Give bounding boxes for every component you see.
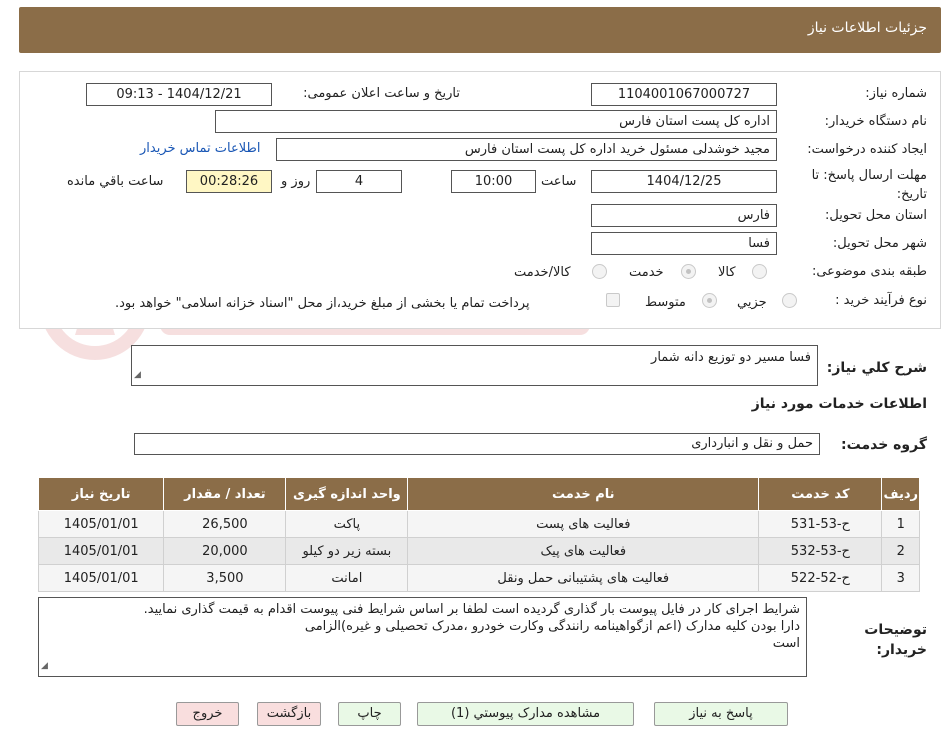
services-table: ردیف کد خدمت نام خدمت واحد اندازه گیری ت… (37, 477, 920, 592)
buyer-notes-textarea: شرایط اجرای کار در فایل پیوست بار گذاری … (38, 597, 807, 677)
table-row: 2 ح-53-532 فعالیت های پیک بسته زیر دو کی… (37, 537, 920, 565)
buyer-notes-line: دارا بودن کلیه مدارک (اعم ازگواهینامه را… (304, 619, 800, 634)
treasury-payment-checkbox[interactable] (606, 293, 620, 307)
buyer-org-label: نام دستگاه خریدار: (824, 114, 927, 129)
back-button[interactable]: بازگشت (257, 702, 321, 726)
cell-need-date: 1405/01/01 (37, 510, 165, 538)
days-field: 4 (316, 170, 402, 193)
cell-row-number: 1 (881, 510, 920, 538)
cell-quantity: 26,500 (163, 510, 287, 538)
category-option-goods: کالا (718, 265, 736, 280)
city-label: شهر محل تحویل: (832, 236, 927, 251)
resize-grip-icon[interactable]: ◢ (41, 658, 48, 675)
cell-quantity: 3,500 (163, 564, 287, 592)
category-radio-goods[interactable] (752, 264, 767, 279)
announce-label: تاریخ و ساعت اعلان عمومی: (303, 86, 460, 101)
days-label: روز و (281, 174, 311, 189)
need-number-field: 1104001067000727 (591, 83, 777, 106)
cell-service-code: ح-53-532 (758, 537, 883, 565)
service-group-field: حمل و نقل و انبارداری (134, 433, 820, 455)
process-radio-minor[interactable] (782, 293, 797, 308)
process-label: نوع فرآیند خرید : (835, 293, 927, 308)
cell-unit: بسته زیر دو کیلو (285, 537, 409, 565)
buyer-notes-label: توضیحات خریدار: (864, 622, 927, 658)
cell-unit: پاکت (285, 510, 409, 538)
cell-unit: امانت (285, 564, 409, 592)
deadline-label: مهلت ارسال پاسخ: تا تاریخ: (811, 168, 927, 202)
remaining-time-label: ساعت باقي مانده (67, 174, 164, 189)
process-option-minor: جزيي (737, 295, 767, 310)
col-row-number: ردیف (881, 477, 920, 511)
description-label: شرح کلي نياز: (826, 360, 927, 376)
col-unit: واحد اندازه گیری (285, 477, 409, 511)
view-attachments-button[interactable]: مشاهده مدارک پیوستي (1) (417, 702, 634, 726)
col-service-name: نام خدمت (407, 477, 760, 511)
table-header-row: ردیف کد خدمت نام خدمت واحد اندازه گیری ت… (37, 477, 920, 511)
description-textarea: فسا مسیر دو توزیع دانه شمار ◢ (131, 345, 818, 386)
services-section-title: اطلاعات خدمات مورد نياز (751, 396, 927, 412)
process-radio-medium[interactable] (702, 293, 717, 308)
city-field: فسا (591, 232, 777, 255)
cell-row-number: 3 (881, 564, 920, 592)
category-radio-service[interactable] (681, 264, 696, 279)
cell-service-code: ح-52-522 (758, 564, 883, 592)
buyer-notes-line: است (772, 636, 800, 651)
page-title: جزئیات اطلاعات نیاز (807, 20, 927, 36)
cell-row-number: 2 (881, 537, 920, 565)
category-option-goods-service: کالا/خدمت (514, 265, 571, 280)
process-option-medium: متوسط (645, 295, 686, 310)
buyer-notes-line: شرایط اجرای کار در فایل پیوست بار گذاری … (143, 602, 800, 617)
payment-note: پرداخت تمام یا بخشی از مبلغ خرید،از محل … (115, 296, 530, 311)
cell-service-name: فعالیت های پیک (407, 537, 760, 565)
announce-datetime-field: 1404/12/21 - 09:13 (86, 83, 272, 106)
cell-quantity: 20,000 (163, 537, 287, 565)
table-row: 1 ح-53-531 فعالیت های پست پاکت 26,500 14… (37, 510, 920, 538)
col-need-date: تاریخ نیاز (37, 477, 165, 511)
cell-need-date: 1405/01/01 (37, 564, 165, 592)
buyer-org-field: اداره کل پست استان فارس (215, 110, 777, 133)
category-radio-goods-service[interactable] (592, 264, 607, 279)
deadline-time-field: 10:00 (451, 170, 536, 193)
deadline-date-field: 1404/12/25 (591, 170, 777, 193)
category-label: طبقه بندی موضوعی: (811, 264, 927, 279)
exit-button[interactable]: خروج (176, 702, 239, 726)
print-button[interactable]: چاپ (338, 702, 401, 726)
page-header: جزئیات اطلاعات نیاز (19, 7, 941, 53)
reply-button[interactable]: پاسخ به نیاز (654, 702, 788, 726)
buyer-contact-link[interactable]: اطلاعات تماس خریدار (140, 141, 260, 156)
service-group-label: گروه خدمت: (841, 437, 927, 453)
remaining-time-field: 00:28:26 (186, 170, 272, 193)
province-label: استان محل تحویل: (825, 208, 927, 223)
col-service-code: کد خدمت (758, 477, 883, 511)
deadline-time-label: ساعت (541, 174, 577, 189)
province-field: فارس (591, 204, 777, 227)
category-option-service: خدمت (629, 265, 664, 280)
table-row: 3 ح-52-522 فعالیت های پشتیبانی حمل ونقل … (37, 564, 920, 592)
cell-need-date: 1405/01/01 (37, 537, 165, 565)
need-number-label: شماره نیاز: (865, 86, 927, 101)
col-quantity: تعداد / مقدار (163, 477, 287, 511)
resize-grip-icon[interactable]: ◢ (134, 367, 141, 384)
requester-label: ایجاد کننده درخواست: (807, 142, 927, 157)
requester-field: مجید خوشدلی مسئول خرید اداره کل پست استا… (276, 138, 777, 161)
cell-service-name: فعالیت های پشتیبانی حمل ونقل (407, 564, 760, 592)
cell-service-name: فعالیت های پست (407, 510, 760, 538)
cell-service-code: ح-53-531 (758, 510, 883, 538)
description-text: فسا مسیر دو توزیع دانه شمار (651, 350, 811, 365)
